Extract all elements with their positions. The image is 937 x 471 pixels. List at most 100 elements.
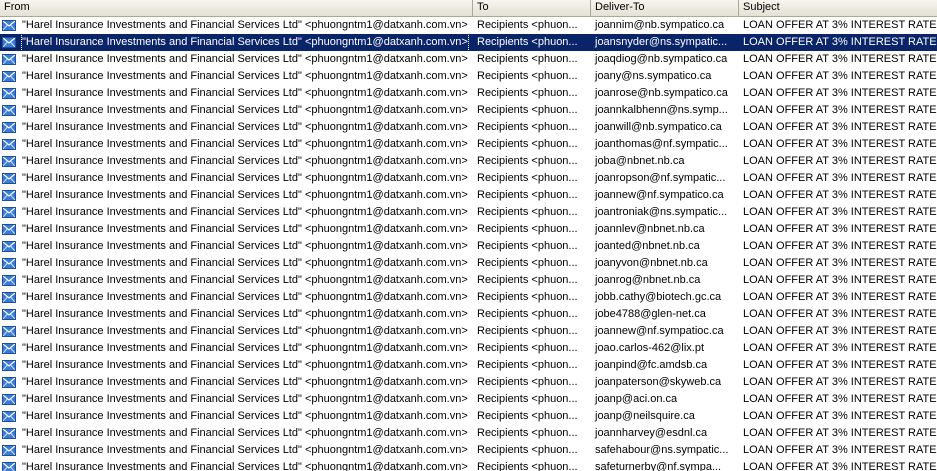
to-cell: Recipients <phuon... bbox=[477, 461, 578, 471]
message-row[interactable]: "Harel Insurance Investments and Financi… bbox=[0, 357, 937, 374]
envelope-icon bbox=[2, 292, 16, 303]
to-cell: Recipients <phuon... bbox=[477, 427, 578, 439]
message-row[interactable]: "Harel Insurance Investments and Financi… bbox=[0, 425, 937, 442]
from-text: "Harel Insurance Investments and Financi… bbox=[22, 342, 468, 354]
deliver-to-cell: joannharvey@esdnl.ca bbox=[595, 427, 708, 439]
from-cell: "Harel Insurance Investments and Financi… bbox=[0, 34, 473, 51]
message-row[interactable]: "Harel Insurance Investments and Financi… bbox=[0, 51, 937, 68]
message-row[interactable]: "Harel Insurance Investments and Financi… bbox=[0, 238, 937, 255]
to-cell: Recipients <phuon... bbox=[477, 325, 578, 337]
deliver-to-cell: joanropson@nf.sympatic... bbox=[595, 172, 726, 184]
message-row[interactable]: "Harel Insurance Investments and Financi… bbox=[0, 187, 937, 204]
envelope-icon bbox=[2, 105, 16, 116]
message-row[interactable]: "Harel Insurance Investments and Financi… bbox=[0, 459, 937, 471]
deliver-to-cell: joao.carlos-462@lix.pt bbox=[595, 342, 704, 354]
to-cell: Recipients <phuon... bbox=[477, 359, 578, 371]
subject-cell: LOAN OFFER AT 3% INTEREST RATE bbox=[743, 291, 937, 303]
deliver-to-cell: joannkalbhenn@ns.symp... bbox=[595, 104, 728, 116]
subject-cell: LOAN OFFER AT 3% INTEREST RATE bbox=[743, 121, 937, 133]
message-row[interactable]: "Harel Insurance Investments and Financi… bbox=[0, 340, 937, 357]
from-cell: "Harel Insurance Investments and Financi… bbox=[0, 51, 473, 68]
deliver-to-cell: joanwill@nb.sympatico.ca bbox=[595, 121, 722, 133]
column-header-to[interactable]: To bbox=[473, 0, 591, 16]
column-header-subject[interactable]: Subject bbox=[739, 0, 937, 16]
message-row[interactable]: "Harel Insurance Investments and Financi… bbox=[0, 136, 937, 153]
envelope-icon bbox=[2, 411, 16, 422]
subject-cell: LOAN OFFER AT 3% INTEREST RATE bbox=[743, 138, 937, 150]
deliver-to-cell: joanpind@fc.amdsb.ca bbox=[595, 359, 708, 371]
to-cell: Recipients <phuon... bbox=[477, 291, 578, 303]
envelope-icon bbox=[2, 173, 16, 184]
to-cell: Recipients <phuon... bbox=[477, 138, 578, 150]
from-text: "Harel Insurance Investments and Financi… bbox=[22, 138, 468, 150]
from-text: "Harel Insurance Investments and Financi… bbox=[22, 257, 468, 269]
from-cell: "Harel Insurance Investments and Financi… bbox=[0, 238, 473, 255]
from-text: "Harel Insurance Investments and Financi… bbox=[22, 325, 468, 337]
to-cell: Recipients <phuon... bbox=[477, 274, 578, 286]
column-header-from[interactable]: From bbox=[0, 0, 473, 16]
subject-cell: LOAN OFFER AT 3% INTEREST RATE bbox=[743, 53, 937, 65]
from-cell: "Harel Insurance Investments and Financi… bbox=[0, 272, 473, 289]
deliver-to-cell: joanp@aci.on.ca bbox=[595, 393, 678, 405]
deliver-to-cell: joannew@nf.sympatioc.ca bbox=[595, 325, 724, 337]
envelope-icon bbox=[2, 394, 16, 405]
message-list: From To Deliver-To Subject "Harel Insura… bbox=[0, 0, 937, 471]
deliver-to-cell: joba@nbnet.nb.ca bbox=[595, 155, 685, 167]
message-row[interactable]: "Harel Insurance Investments and Financi… bbox=[0, 68, 937, 85]
envelope-icon bbox=[2, 224, 16, 235]
to-cell: Recipients <phuon... bbox=[477, 206, 578, 218]
envelope-icon bbox=[2, 156, 16, 167]
subject-cell: LOAN OFFER AT 3% INTEREST RATE bbox=[743, 223, 937, 235]
message-row[interactable]: "Harel Insurance Investments and Financi… bbox=[0, 34, 937, 51]
from-text: "Harel Insurance Investments and Financi… bbox=[22, 104, 468, 116]
from-cell: "Harel Insurance Investments and Financi… bbox=[0, 170, 473, 187]
deliver-to-cell: jobe4788@glen-net.ca bbox=[595, 308, 706, 320]
from-cell: "Harel Insurance Investments and Financi… bbox=[0, 340, 473, 357]
subject-cell: LOAN OFFER AT 3% INTEREST RATE bbox=[743, 87, 937, 99]
from-cell: "Harel Insurance Investments and Financi… bbox=[0, 17, 473, 34]
envelope-icon bbox=[2, 462, 16, 471]
from-text: "Harel Insurance Investments and Financi… bbox=[22, 308, 468, 320]
message-row[interactable]: "Harel Insurance Investments and Financi… bbox=[0, 17, 937, 34]
subject-cell: LOAN OFFER AT 3% INTEREST RATE bbox=[743, 376, 937, 388]
message-row[interactable]: "Harel Insurance Investments and Financi… bbox=[0, 102, 937, 119]
message-row[interactable]: "Harel Insurance Investments and Financi… bbox=[0, 272, 937, 289]
to-cell: Recipients <phuon... bbox=[477, 410, 578, 422]
envelope-icon bbox=[2, 343, 16, 354]
to-cell: Recipients <phuon... bbox=[477, 189, 578, 201]
to-cell: Recipients <phuon... bbox=[477, 104, 578, 116]
subject-cell: LOAN OFFER AT 3% INTEREST RATE bbox=[743, 155, 937, 167]
message-row[interactable]: "Harel Insurance Investments and Financi… bbox=[0, 119, 937, 136]
from-text: "Harel Insurance Investments and Financi… bbox=[22, 121, 468, 133]
from-cell: "Harel Insurance Investments and Financi… bbox=[0, 255, 473, 272]
envelope-icon bbox=[2, 428, 16, 439]
deliver-to-cell: joansnyder@ns.sympatic... bbox=[595, 36, 728, 48]
envelope-icon bbox=[2, 207, 16, 218]
subject-cell: LOAN OFFER AT 3% INTEREST RATE bbox=[743, 444, 937, 456]
message-row[interactable]: "Harel Insurance Investments and Financi… bbox=[0, 323, 937, 340]
deliver-to-cell: joannew@nf.sympatico.ca bbox=[595, 189, 724, 201]
subject-cell: LOAN OFFER AT 3% INTEREST RATE bbox=[743, 70, 937, 82]
message-row[interactable]: "Harel Insurance Investments and Financi… bbox=[0, 204, 937, 221]
message-row[interactable]: "Harel Insurance Investments and Financi… bbox=[0, 170, 937, 187]
subject-cell: LOAN OFFER AT 3% INTEREST RATE bbox=[743, 359, 937, 371]
deliver-to-cell: jobb.cathy@biotech.gc.ca bbox=[595, 291, 722, 303]
message-row[interactable]: "Harel Insurance Investments and Financi… bbox=[0, 255, 937, 272]
column-header-deliver-to[interactable]: Deliver-To bbox=[591, 0, 739, 16]
message-row[interactable]: "Harel Insurance Investments and Financi… bbox=[0, 221, 937, 238]
to-cell: Recipients <phuon... bbox=[477, 121, 578, 133]
message-row[interactable]: "Harel Insurance Investments and Financi… bbox=[0, 85, 937, 102]
message-row[interactable]: "Harel Insurance Investments and Financi… bbox=[0, 374, 937, 391]
message-row[interactable]: "Harel Insurance Investments and Financi… bbox=[0, 442, 937, 459]
subject-cell: LOAN OFFER AT 3% INTEREST RATE bbox=[743, 104, 937, 116]
message-row[interactable]: "Harel Insurance Investments and Financi… bbox=[0, 153, 937, 170]
from-cell: "Harel Insurance Investments and Financi… bbox=[0, 221, 473, 238]
from-cell: "Harel Insurance Investments and Financi… bbox=[0, 374, 473, 391]
message-row[interactable]: "Harel Insurance Investments and Financi… bbox=[0, 306, 937, 323]
envelope-icon bbox=[2, 20, 16, 31]
message-row[interactable]: "Harel Insurance Investments and Financi… bbox=[0, 391, 937, 408]
from-text: "Harel Insurance Investments and Financi… bbox=[22, 427, 468, 439]
message-row[interactable]: "Harel Insurance Investments and Financi… bbox=[0, 408, 937, 425]
message-row[interactable]: "Harel Insurance Investments and Financi… bbox=[0, 289, 937, 306]
envelope-icon bbox=[2, 190, 16, 201]
